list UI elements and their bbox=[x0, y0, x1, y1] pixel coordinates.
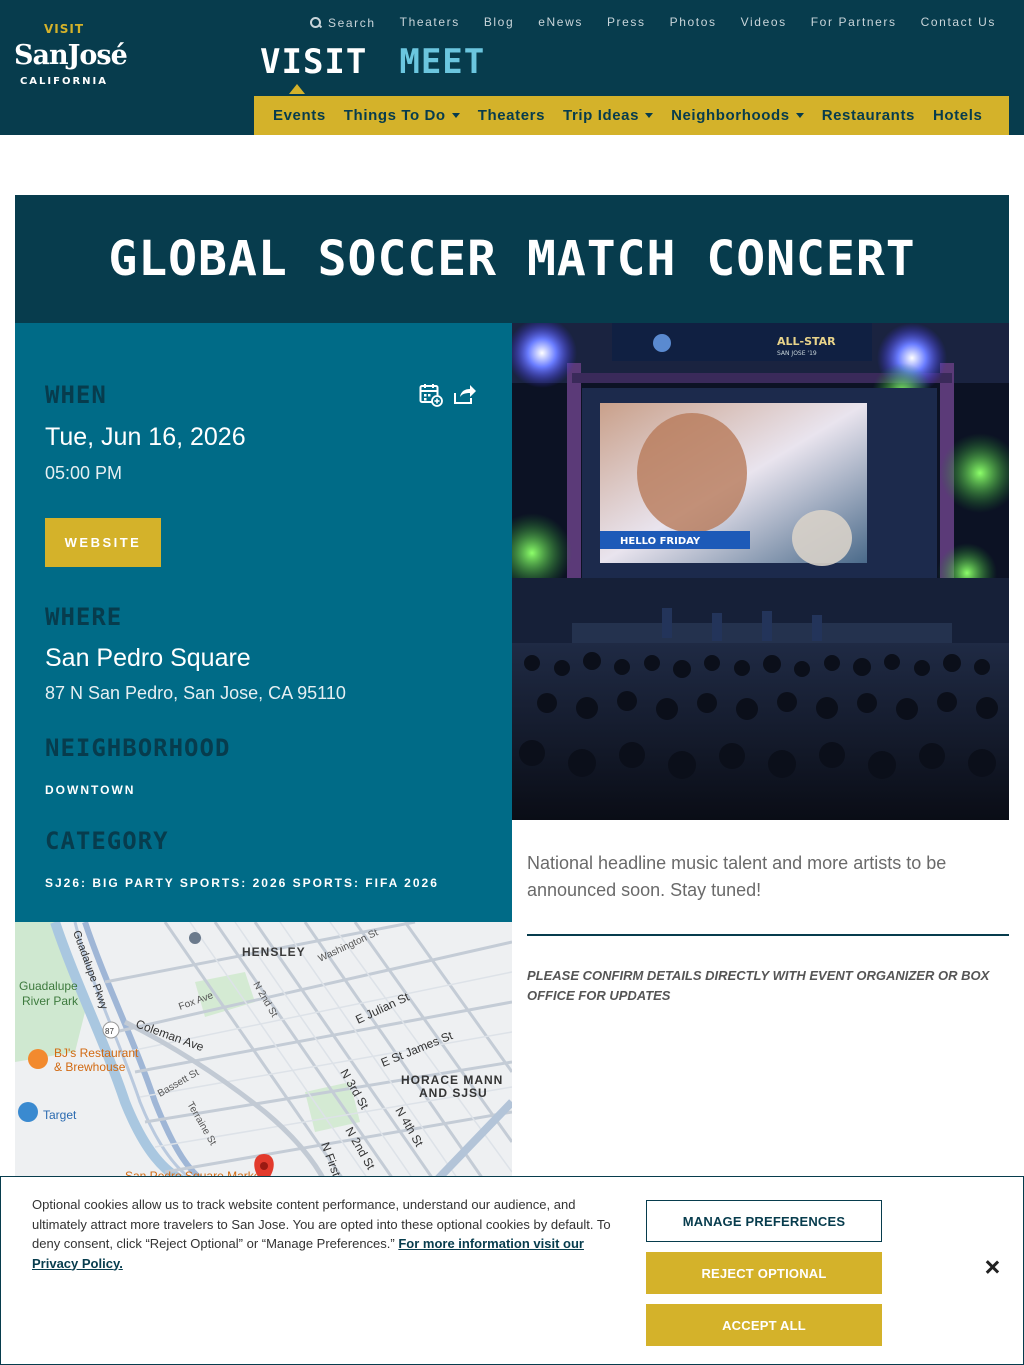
venue-address: 87 N San Pedro, San Jose, CA 95110 bbox=[45, 683, 346, 703]
site-section-tabs: VISIT MEET bbox=[260, 42, 485, 94]
nav-label: Events bbox=[273, 107, 326, 124]
logo-visit-text: VISIT bbox=[43, 22, 85, 36]
search-link[interactable]: Search bbox=[310, 15, 376, 31]
add-to-calendar-icon[interactable] bbox=[419, 383, 443, 407]
search-label: Search bbox=[328, 16, 376, 30]
chevron-down-icon bbox=[451, 113, 460, 118]
logo-california-text: CALIFORNIA bbox=[19, 76, 109, 87]
map-label-horace-2: AND SJSU bbox=[419, 1086, 488, 1100]
map-label-bjs-2: & Brewhouse bbox=[54, 1060, 126, 1074]
nav-label: Neighborhoods bbox=[671, 107, 790, 124]
utility-link-videos[interactable]: Videos bbox=[741, 15, 787, 31]
map-label-horace-1: HORACE MANN bbox=[401, 1073, 503, 1087]
event-date: Tue, Jun 16, 2026 bbox=[45, 423, 246, 451]
nav-item-restaurants[interactable]: Restaurants bbox=[822, 107, 915, 124]
cookie-message: Optional cookies allow us to track websi… bbox=[32, 1195, 622, 1273]
nav-item-events[interactable]: Events bbox=[273, 107, 326, 124]
manage-preferences-button[interactable]: MANAGE PREFERENCES bbox=[646, 1200, 882, 1242]
nav-item-trip-ideas[interactable]: Trip Ideas bbox=[563, 107, 654, 124]
event-description: National headline music talent and more … bbox=[527, 853, 947, 900]
when-heading: WHEN bbox=[45, 381, 107, 409]
event-details-panel: WHEN Tue, Jun 16, 2026 05:00 PM WEBSITE … bbox=[15, 323, 512, 922]
stage-banner-text: ALL-STAR bbox=[777, 335, 836, 348]
nav-label: Restaurants bbox=[821, 107, 915, 124]
accept-all-button[interactable]: ACCEPT ALL bbox=[646, 1304, 882, 1346]
event-photo: ALL-STAR SAN JOSE '19 HELLO FRIDAY bbox=[512, 323, 1009, 820]
map-label-route: 87 bbox=[105, 1027, 114, 1036]
reject-optional-button[interactable]: REJECT OPTIONAL bbox=[646, 1252, 882, 1294]
page-title: GLOBAL SOCCER MATCH CONCERT bbox=[108, 231, 916, 287]
nav-item-hotels[interactable]: Hotels bbox=[933, 107, 982, 124]
tab-visit-label: VISIT bbox=[260, 42, 368, 82]
main-nav: Events Things To Do Theaters Trip Ideas … bbox=[254, 96, 1009, 135]
visit-san-jose-logo[interactable]: VISIT SanJosé CALIFORNIA bbox=[14, 22, 128, 112]
tab-visit[interactable]: VISIT bbox=[260, 42, 368, 94]
tab-meet[interactable]: MEET bbox=[399, 42, 485, 82]
street-map-illustration: HENSLEY Washington St Guadalupe Pkwy Gua… bbox=[15, 922, 512, 1182]
neighborhood-heading: NEIGHBORHOOD bbox=[45, 734, 231, 762]
concert-stage-illustration: ALL-STAR SAN JOSE '19 HELLO FRIDAY bbox=[512, 323, 1009, 820]
utility-link-partners[interactable]: For Partners bbox=[811, 15, 897, 31]
utility-link-theaters[interactable]: Theaters bbox=[400, 15, 460, 31]
category-value: SJ26: BIG PARTY SPORTS: 2026 SPORTS: FIF… bbox=[45, 876, 439, 890]
chevron-down-icon bbox=[645, 113, 654, 118]
search-icon bbox=[310, 17, 322, 29]
website-button[interactable]: WEBSITE bbox=[45, 518, 161, 567]
event-actions bbox=[419, 383, 477, 407]
map-label-guadalupe-park-1: Guadalupe bbox=[19, 979, 78, 993]
event-time: 05:00 PM bbox=[45, 463, 123, 483]
chevron-down-icon bbox=[795, 113, 804, 118]
utility-link-photos[interactable]: Photos bbox=[670, 15, 717, 31]
venue-name: San Pedro Square bbox=[45, 644, 251, 672]
nav-item-neighborhoods[interactable]: Neighborhoods bbox=[671, 107, 804, 124]
location-map[interactable]: HENSLEY Washington St Guadalupe Pkwy Gua… bbox=[15, 922, 512, 1182]
close-icon[interactable] bbox=[983, 1258, 1001, 1276]
utility-link-contact[interactable]: Contact Us bbox=[921, 15, 996, 31]
utility-link-enews[interactable]: eNews bbox=[538, 15, 583, 31]
content-divider bbox=[527, 934, 1009, 936]
where-heading: WHERE bbox=[45, 603, 123, 631]
map-label-bjs-1: BJ's Restaurant bbox=[54, 1046, 139, 1060]
utility-link-blog[interactable]: Blog bbox=[484, 15, 514, 31]
neighborhood-value[interactable]: DOWNTOWN bbox=[45, 783, 135, 797]
nav-label: Trip Ideas bbox=[563, 107, 640, 124]
active-tab-indicator-icon bbox=[289, 84, 305, 94]
event-title-banner: GLOBAL SOCCER MATCH CONCERT bbox=[15, 195, 1009, 323]
screen-caption: HELLO FRIDAY bbox=[620, 536, 701, 547]
utility-link-press[interactable]: Press bbox=[607, 15, 646, 31]
site-header: VISIT SanJosé CALIFORNIA Search Theaters… bbox=[0, 0, 1024, 135]
map-label-guadalupe-park-2: River Park bbox=[22, 994, 79, 1008]
stage-banner-subtext: SAN JOSE '19 bbox=[777, 350, 817, 357]
map-label-target: Target bbox=[43, 1108, 77, 1122]
logo-main-text: SanJosé bbox=[14, 40, 128, 71]
utility-nav: Search Theaters Blog eNews Press Photos … bbox=[310, 15, 996, 31]
nav-label: Things To Do bbox=[343, 107, 446, 124]
share-icon[interactable] bbox=[453, 383, 477, 405]
map-label-hensley: HENSLEY bbox=[242, 945, 306, 959]
cookie-consent-banner: Optional cookies allow us to track websi… bbox=[0, 1176, 1024, 1365]
event-disclaimer: PLEASE CONFIRM DETAILS DIRECTLY WITH EVE… bbox=[527, 968, 990, 1003]
nav-item-theaters[interactable]: Theaters bbox=[478, 107, 545, 124]
nav-label: Hotels bbox=[932, 107, 983, 124]
category-heading: CATEGORY bbox=[45, 827, 169, 855]
nav-label: Theaters bbox=[477, 107, 546, 124]
nav-item-things-to-do[interactable]: Things To Do bbox=[344, 107, 460, 124]
